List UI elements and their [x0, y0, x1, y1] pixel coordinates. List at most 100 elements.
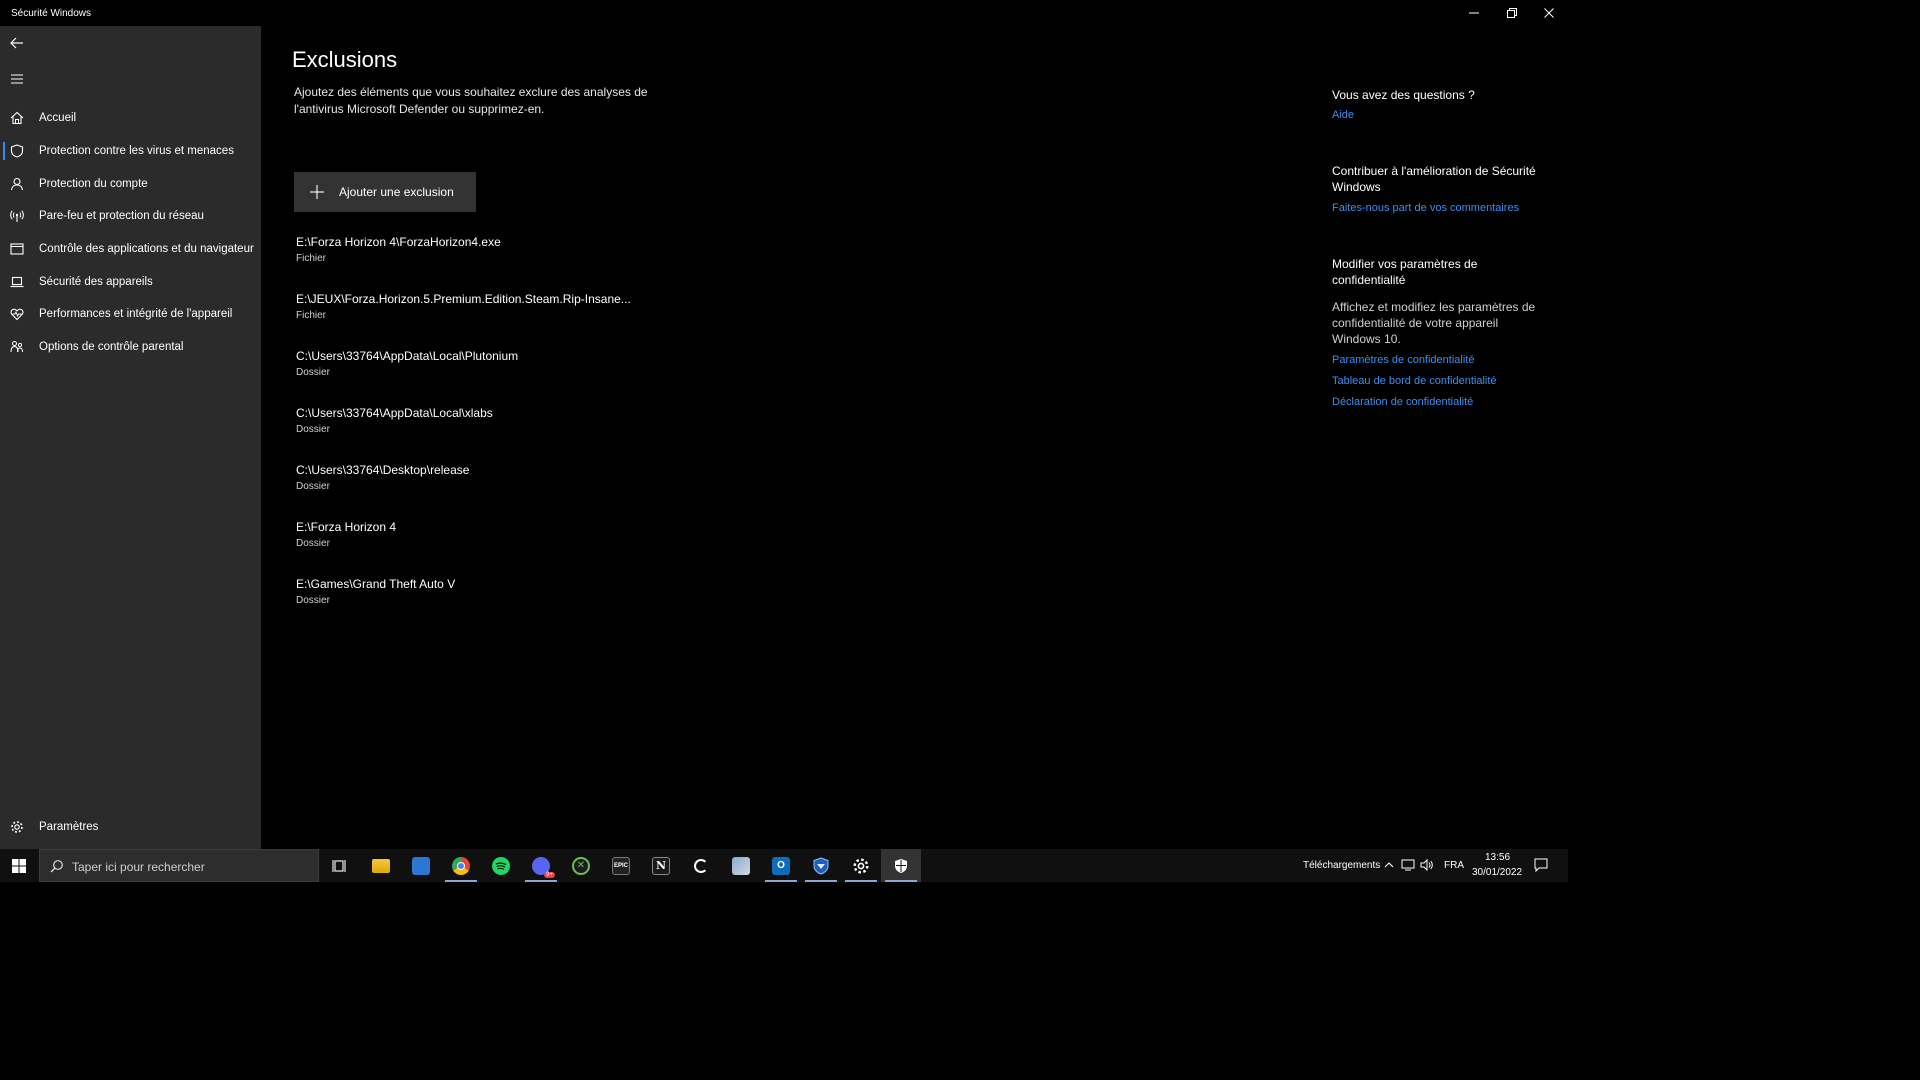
- network-status-button[interactable]: [1401, 858, 1415, 872]
- help-link[interactable]: Aide: [1332, 109, 1354, 121]
- hamburger-icon: [11, 74, 23, 84]
- downloads-toolbar-label[interactable]: Téléchargements: [1303, 860, 1380, 871]
- volume-button[interactable]: [1420, 858, 1434, 872]
- speaker-icon: [1420, 859, 1433, 871]
- exclusion-item[interactable]: C:\Users\33764\Desktop\release Dossier: [296, 463, 716, 503]
- exclusion-type: Dossier: [296, 367, 330, 378]
- privacy-dashboard-link[interactable]: Tableau de bord de confidentialité: [1332, 375, 1497, 387]
- network-icon: [1401, 859, 1415, 871]
- task-view-icon: [332, 859, 346, 872]
- settings-icon: [853, 857, 869, 874]
- store-icon: [412, 856, 430, 875]
- exclusion-type: Fichier: [296, 310, 327, 321]
- taskbar-app-chrome[interactable]: [441, 849, 481, 882]
- add-exclusion-button[interactable]: Ajouter une exclusion: [294, 172, 476, 212]
- privacy-statement-link[interactable]: Déclaration de confidentialité: [1332, 396, 1473, 408]
- taskbar-app-xbox[interactable]: ✕: [561, 849, 601, 882]
- taskbar-app-logitech[interactable]: [681, 849, 721, 882]
- sidebar-item-app-browser-control[interactable]: Contrôle des applications et du navigate…: [0, 234, 261, 264]
- taskbar: Taper ici pour rechercher 9+ ✕ EPIC N O: [0, 849, 1568, 882]
- windows-logo-icon: [12, 858, 26, 873]
- taskbar-app-epic-games[interactable]: EPIC: [601, 849, 641, 882]
- clock-date[interactable]: 30/01/2022: [1472, 867, 1522, 878]
- exclusion-type: Dossier: [296, 481, 330, 492]
- xbox-icon: ✕: [572, 856, 590, 875]
- sidebar-item-family-options[interactable]: Options de contrôle parental: [0, 332, 261, 362]
- privacy-description: Affichez et modifiez les paramètres de c…: [1332, 300, 1536, 346]
- exclusion-path: E:\Forza Horizon 4\ForzaHorizon4.exe: [296, 235, 501, 249]
- page-title: Exclusions: [292, 47, 398, 72]
- hamburger-menu-button[interactable]: [4, 66, 30, 92]
- sidebar-item-accueil[interactable]: Accueil: [0, 103, 261, 133]
- notion-icon: N: [652, 856, 670, 875]
- logitech-icon: [694, 858, 708, 873]
- taskbar-app-outlook[interactable]: O: [761, 849, 801, 882]
- questions-heading: Vous avez des questions ?: [1332, 88, 1475, 102]
- taskbar-app-settings[interactable]: [841, 849, 881, 882]
- app-window-icon: [9, 241, 25, 257]
- sidebar-item-account-protection[interactable]: Protection du compte: [0, 169, 261, 199]
- sidebar-item-label: Contrôle des applications et du navigate…: [39, 243, 254, 255]
- task-view-button[interactable]: [320, 849, 360, 882]
- shield-icon: [9, 143, 25, 159]
- exclusion-item[interactable]: E:\JEUX\Forza.Horizon.5.Premium.Edition.…: [296, 292, 716, 332]
- exclusion-item[interactable]: C:\Users\33764\AppData\Local\Plutonium D…: [296, 349, 716, 389]
- show-hidden-icons-button[interactable]: [1382, 858, 1396, 872]
- sidebar-item-label: Performances et intégrité de l'appareil: [39, 308, 233, 320]
- discord-icon: 9+: [532, 856, 555, 878]
- sidebar-item-device-performance[interactable]: Performances et intégrité de l'appareil: [0, 299, 261, 329]
- exclusion-path: E:\Games\Grand Theft Auto V: [296, 577, 456, 591]
- sidebar-item-label: Options de contrôle parental: [39, 341, 184, 353]
- exclusion-item[interactable]: E:\Forza Horizon 4\ForzaHorizon4.exe Fic…: [296, 235, 716, 275]
- back-arrow-icon: [10, 37, 23, 49]
- person-icon: [9, 176, 25, 192]
- exclusion-item[interactable]: C:\Users\33764\AppData\Local\xlabs Dossi…: [296, 406, 716, 446]
- action-center-button[interactable]: [1534, 858, 1548, 872]
- back-button[interactable]: [4, 30, 30, 56]
- taskbar-app-rocket-league[interactable]: [801, 849, 841, 882]
- taskbar-app-windows-security[interactable]: [881, 849, 921, 882]
- exclusion-type: Dossier: [296, 595, 330, 606]
- taskbar-app-file-explorer[interactable]: [361, 849, 401, 882]
- home-icon: [9, 110, 25, 126]
- minimize-button[interactable]: [1455, 0, 1493, 26]
- search-placeholder: Taper ici pour rechercher: [72, 860, 205, 874]
- close-button[interactable]: [1530, 0, 1568, 26]
- taskbar-app-discord[interactable]: 9+: [521, 849, 561, 882]
- exclusion-item[interactable]: E:\Games\Grand Theft Auto V Dossier: [296, 577, 716, 617]
- feedback-link[interactable]: Faites-nous part de vos commentaires: [1332, 202, 1519, 214]
- taskbar-app-notion[interactable]: N: [641, 849, 681, 882]
- epic-games-icon: EPIC: [612, 856, 630, 875]
- taskbar-app-spotify[interactable]: [481, 849, 521, 882]
- antenna-icon: [9, 208, 25, 224]
- sidebar-item-device-security[interactable]: Sécurité des appareils: [0, 267, 261, 297]
- sidebar-item-firewall[interactable]: Pare-feu et protection du réseau: [0, 201, 261, 231]
- start-button[interactable]: [0, 849, 38, 882]
- sidebar: Accueil Protection contre les virus et m…: [0, 26, 261, 849]
- sidebar-item-label: Protection du compte: [39, 178, 148, 190]
- restore-button[interactable]: [1493, 0, 1531, 26]
- clock-time[interactable]: 13:56: [1485, 852, 1510, 863]
- notification-icon: [1534, 858, 1548, 872]
- chrome-icon: [452, 856, 470, 875]
- sidebar-item-virus-protection[interactable]: Protection contre les virus et menaces: [0, 136, 261, 166]
- exclusion-path: C:\Users\33764\Desktop\release: [296, 463, 470, 477]
- family-icon: [9, 339, 25, 355]
- contribute-heading: Contribuer à l'amélioration de Sécurité …: [1332, 164, 1536, 194]
- sidebar-item-settings[interactable]: Paramètres: [0, 812, 261, 842]
- window-title: Sécurité Windows: [11, 8, 92, 19]
- file-explorer-icon: [372, 858, 390, 873]
- privacy-settings-link[interactable]: Paramètres de confidentialité: [1332, 354, 1474, 366]
- exclusion-type: Fichier: [296, 253, 327, 264]
- exclusion-item[interactable]: E:\Forza Horizon 4 Dossier: [296, 520, 716, 560]
- plus-icon: [310, 185, 324, 199]
- windows-security-icon: [895, 858, 907, 873]
- taskbar-search-box[interactable]: Taper ici pour rechercher: [39, 849, 319, 882]
- title-bar: Sécurité Windows: [0, 0, 1568, 26]
- photos-icon: [732, 856, 750, 875]
- taskbar-app-photos[interactable]: [721, 849, 761, 882]
- taskbar-app-store[interactable]: [401, 849, 441, 882]
- restore-icon: [1507, 8, 1517, 18]
- input-language-indicator[interactable]: FRA: [1444, 860, 1464, 871]
- minimize-icon: [1469, 12, 1479, 14]
